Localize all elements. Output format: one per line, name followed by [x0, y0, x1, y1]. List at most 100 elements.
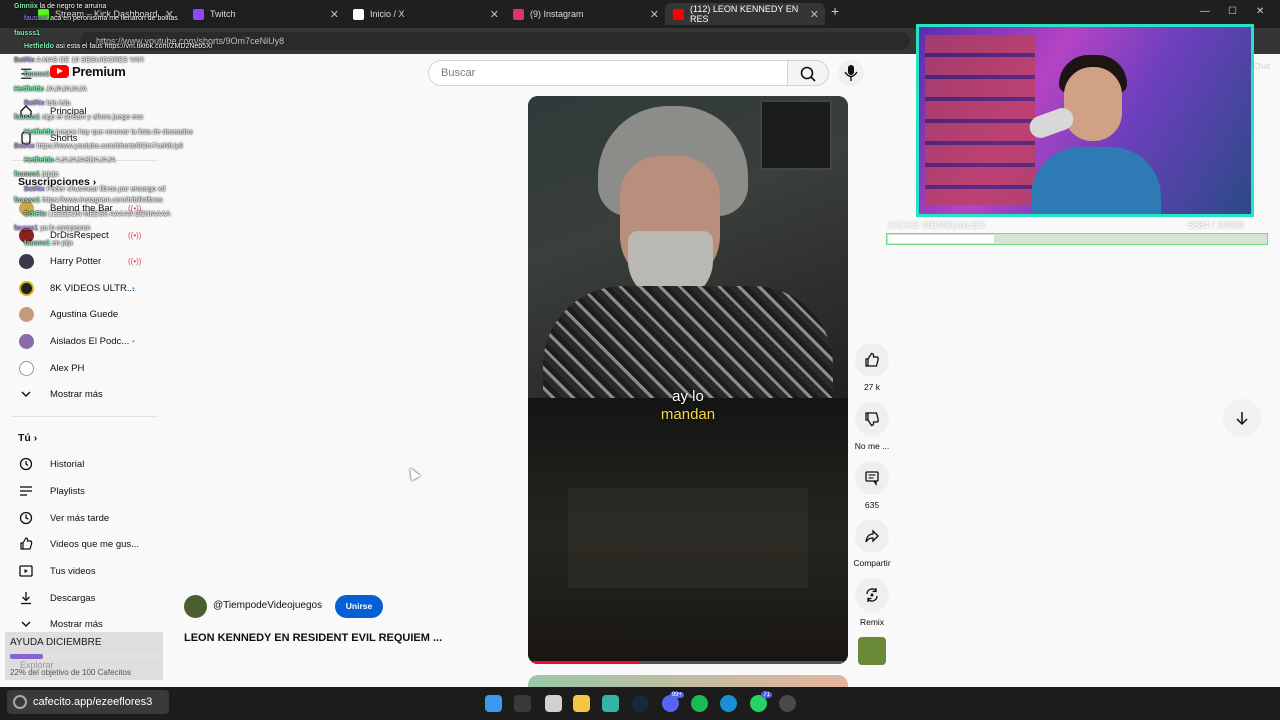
tab-x[interactable]: Inicio / X ✕: [345, 3, 505, 25]
discord-icon[interactable]: 99+: [662, 692, 684, 712]
audio-thumbnail[interactable]: [858, 637, 886, 665]
channel-name[interactable]: @TiempodeVideojuegos: [213, 600, 322, 611]
sidebar-item-playlists[interactable]: Playlists: [18, 481, 163, 501]
sidebar-item-agustina-guede[interactable]: Agustina Guede: [18, 304, 163, 324]
video-progress-bar[interactable]: [528, 661, 848, 664]
whatsapp-icon[interactable]: 71: [750, 692, 772, 712]
kicks-goal-fill: [888, 235, 995, 243]
windows-taskbar: 99+ 71: [0, 687, 1280, 720]
sidebar-item-8k-videos[interactable]: 8K VIDEOS ULTR... •: [18, 278, 163, 298]
chat-message: fausss1 https://www.instagram.com/tribil…: [14, 197, 163, 204]
dislike-circle: [855, 402, 889, 436]
sidebar-item-ver-mas-tarde[interactable]: Ver más tarde: [18, 508, 163, 528]
next-short-preview[interactable]: [528, 675, 848, 687]
chat-message: fausss1 sigo el stream y ahora juego eso: [14, 114, 143, 121]
video-progress-fill: [528, 661, 640, 664]
sidebar-item-historial[interactable]: Historial: [18, 454, 163, 474]
obs-icon[interactable]: [779, 695, 796, 712]
file-explorer-icon[interactable]: [573, 695, 590, 712]
new-tab-button[interactable]: +: [831, 3, 839, 19]
sidebar-item-aislados[interactable]: Aislados El Podc... •: [18, 331, 163, 351]
short-video-player[interactable]: [528, 96, 848, 664]
chat-username: fausss1: [14, 225, 39, 232]
donation-title: AYUDA DICIEMBRE: [10, 637, 102, 648]
tab-twitch[interactable]: Twitch ✕: [185, 3, 345, 25]
like-button[interactable]: 27 k: [852, 343, 892, 392]
chat-message: fausss1: [14, 30, 40, 37]
voice-search-button[interactable]: [838, 60, 864, 86]
chat-text: A MAS DE 10 SEGUIDORES YA!!!: [36, 57, 145, 64]
close-icon[interactable]: ✕: [490, 8, 499, 21]
skype-icon[interactable]: [720, 695, 737, 712]
watch-later-icon: [18, 510, 34, 526]
chat-username: fausss1: [14, 171, 41, 178]
sidebar-explore-heading[interactable]: Explorar: [20, 660, 54, 670]
you-heading[interactable]: Tú ›: [18, 432, 37, 444]
chat-message: Hetfieldo JAJAJAJAJA: [14, 86, 87, 93]
comment-count: 635: [864, 500, 880, 510]
sidebar-item-descargas[interactable]: Descargas: [18, 588, 163, 608]
sidebar-show-more-you[interactable]: Mostrar más: [18, 614, 163, 634]
spotify-icon[interactable]: [691, 695, 708, 712]
close-icon[interactable]: ✕: [650, 8, 659, 21]
chat-text: la de negro te arruina: [39, 3, 107, 10]
close-icon[interactable]: ✕: [330, 8, 339, 21]
chat-text: JAJAJAJAJA: [45, 86, 87, 93]
remix-button[interactable]: Remix: [852, 578, 892, 627]
close-window-icon[interactable]: ✕: [1256, 6, 1264, 17]
cafecito-url: cafecito.app/ezeeflores3: [33, 696, 153, 708]
chat-text: lala lala: [46, 100, 71, 107]
chat-username: Hetfieldo: [14, 86, 44, 93]
share-button[interactable]: Compartir: [852, 519, 892, 568]
sidebar-item-harry-potter[interactable]: Harry Potter ((•)): [18, 251, 163, 271]
presenter-shirt: [543, 286, 833, 398]
chat-message: BotRix lala lala: [24, 100, 70, 107]
sidebar-show-more-subscriptions[interactable]: Mostrar más: [18, 384, 163, 404]
close-icon[interactable]: ✕: [810, 8, 819, 21]
sidebar-item-tus-videos[interactable]: Tus videos: [18, 561, 163, 581]
sidebar-item-liked-videos[interactable]: Videos que me gus...: [18, 534, 163, 554]
chat-message: Ginniix la de negro te arruina: [14, 3, 106, 10]
instagram-icon: [513, 8, 524, 20]
channel-avatar: [18, 333, 34, 349]
sidebar-divider: [12, 416, 158, 417]
share-circle: [855, 519, 889, 553]
maximize-icon[interactable]: ☐: [1228, 6, 1237, 17]
task-view-icon[interactable]: [545, 695, 562, 712]
chat-username: Ginniix: [14, 3, 38, 10]
collectibles-shelf: [925, 35, 1035, 205]
minimize-icon[interactable]: —: [1200, 6, 1210, 17]
video-title[interactable]: LEON KENNEDY EN RESIDENT EVIL REQUIEM ..…: [184, 632, 442, 644]
channel-avatar: [18, 280, 34, 296]
kicks-goal-count: 5584 / 20000: [1188, 220, 1244, 231]
chat-text: juegos hay que renovar la lista de desea…: [55, 129, 193, 136]
dislike-button[interactable]: No me ...: [852, 402, 892, 451]
comments-button[interactable]: 635: [852, 461, 892, 510]
thumbs-up-icon: [865, 352, 879, 367]
channel-avatar[interactable]: [184, 595, 207, 618]
chat-message: fausss1 en pija: [24, 240, 73, 247]
search-taskbar-icon[interactable]: [514, 695, 531, 712]
tab-instagram[interactable]: (9) Instagram ✕: [505, 3, 665, 25]
remix-circle: [855, 578, 889, 612]
tab-youtube[interactable]: (112) LEON KENNEDY EN RES ✕: [665, 3, 825, 25]
chat-toggle[interactable]: Chat: [1253, 62, 1270, 71]
join-button[interactable]: Unirse: [335, 595, 383, 618]
search-button[interactable]: [787, 60, 829, 86]
sidebar-item-alex-ph[interactable]: Alex PH: [18, 358, 163, 378]
comment-icon: [865, 471, 879, 486]
chat-username: fausss1: [14, 197, 41, 204]
chat-username: BotRix: [24, 100, 45, 107]
next-short-button[interactable]: [1223, 399, 1261, 437]
edge-icon[interactable]: [602, 695, 619, 712]
steam-icon[interactable]: [632, 695, 649, 712]
share-icon: [865, 529, 879, 543]
playlists-icon: [18, 483, 34, 499]
chat-text: sigo el stream y ahora juego eso: [42, 114, 144, 121]
windows-start-icon[interactable]: [485, 695, 502, 712]
new-content-dot: •: [132, 336, 135, 346]
youtube-logo[interactable]: Premium: [50, 64, 126, 79]
search-input[interactable]: Buscar: [428, 60, 788, 86]
you-label: Tú: [18, 432, 31, 444]
chat-message: fausss1 aca en peronisima me llenaron de…: [24, 15, 178, 22]
